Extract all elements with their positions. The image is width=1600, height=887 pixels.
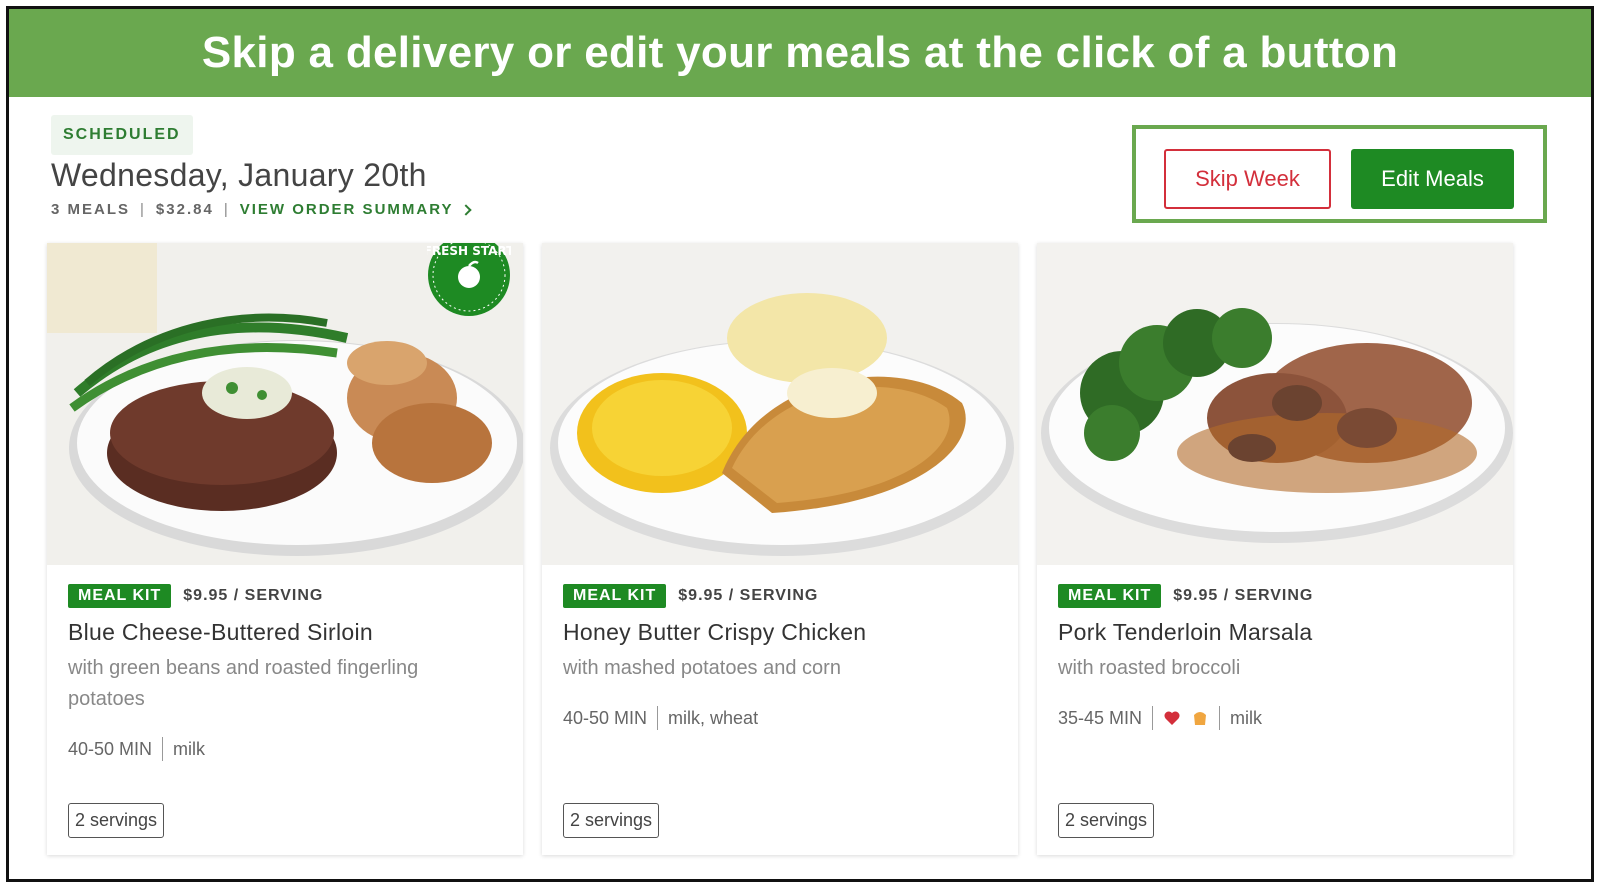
banner-title: Skip a delivery or edit your meals at th… [201,28,1399,77]
meta-separator: | [223,201,230,218]
cook-time: 40-50 MIN [68,738,153,759]
caption-banner: Skip a delivery or edit your meals at th… [9,9,1591,97]
fresh-start-badge-icon: FRESH START [427,243,511,316]
cook-time: 40-50 MIN [563,707,648,728]
meal-title[interactable]: Blue Cheese-Buttered Sirloin [68,619,373,646]
meal-kit-badge: MEAL KIT [68,584,172,608]
meal-image: FRESH START [47,243,523,565]
view-order-summary-link[interactable]: VIEW ORDER SUMMARY [239,201,472,218]
servings-selector[interactable]: 2 servings [68,803,165,838]
meal-subtitle: with roasted broccoli [1058,657,1241,679]
meal-image [1037,243,1513,565]
cook-time: 35-45 MIN [1058,707,1143,728]
info-divider [1152,706,1154,730]
servings-selector[interactable]: 2 servings [1058,803,1155,838]
order-total: $32.84 [155,201,214,218]
badge-row: MEAL KIT $9.95 / SERVING [1058,584,1313,608]
meal-title[interactable]: Pork Tenderloin Marsala [1058,619,1313,646]
badge-row: MEAL KIT $9.95 / SERVING [68,584,323,608]
edit-meals-button[interactable]: Edit Meals [1351,149,1514,209]
meal-image [542,243,1018,565]
meta-separator: | [140,201,146,218]
meal-info: 40-50 MIN milk, wheat [563,706,758,730]
price-per-serving: $9.95 / SERVING [1173,587,1314,604]
fresh-start-text-top: FRESH START [427,244,511,258]
badge-row: MEAL KIT $9.95 / SERVING [563,584,818,608]
meal-title[interactable]: Honey Butter Crispy Chicken [563,619,866,646]
meal-kit-badge: MEAL KIT [1058,584,1162,608]
info-divider [1219,706,1221,730]
price-per-serving: $9.95 / SERVING [678,587,819,604]
servings-selector[interactable]: 2 servings [563,803,660,838]
meal-card[interactable]: MEAL KIT $9.95 / SERVING Honey Butter Cr… [542,243,1018,855]
allergens: milk [173,738,206,759]
skip-week-button[interactable]: Skip Week [1164,149,1331,209]
info-divider [657,706,659,730]
order-meta: 3 MEALS | $32.84 | VIEW ORDER SUMMARY [51,201,472,218]
view-order-summary-label: VIEW ORDER SUMMARY [239,201,454,218]
meal-info: 35-45 MIN milk [1058,706,1262,730]
meal-card[interactable]: MEAL KIT $9.95 / SERVING Pork Tenderloin… [1037,243,1513,855]
price-per-serving: $9.95 / SERVING [183,587,324,604]
meal-card[interactable]: FRESH START MEAL KIT $9.95 / SERVING Blu… [47,243,523,855]
info-divider [162,737,164,761]
meal-kit-badge: MEAL KIT [563,584,667,608]
meal-subtitle: with green beans and roasted fingerling … [68,657,419,710]
delivery-date: Wednesday, January 20th [51,157,427,193]
heart-icon [1164,711,1180,725]
allergens: milk [1230,707,1263,728]
pork-photo [1037,243,1513,565]
meal-info: 40-50 MIN milk [68,737,205,761]
meal-subtitle: with mashed potatoes and corn [563,657,841,679]
allergens: milk, wheat [668,707,759,728]
meals-count: 3 MEALS [51,201,131,218]
carb-icon [1194,712,1207,725]
chicken-photo [542,243,1018,565]
status-badge: SCHEDULED [51,115,193,155]
screenshot-frame: Skip a delivery or edit your meals at th… [6,6,1594,882]
chevron-right-icon [459,203,472,216]
